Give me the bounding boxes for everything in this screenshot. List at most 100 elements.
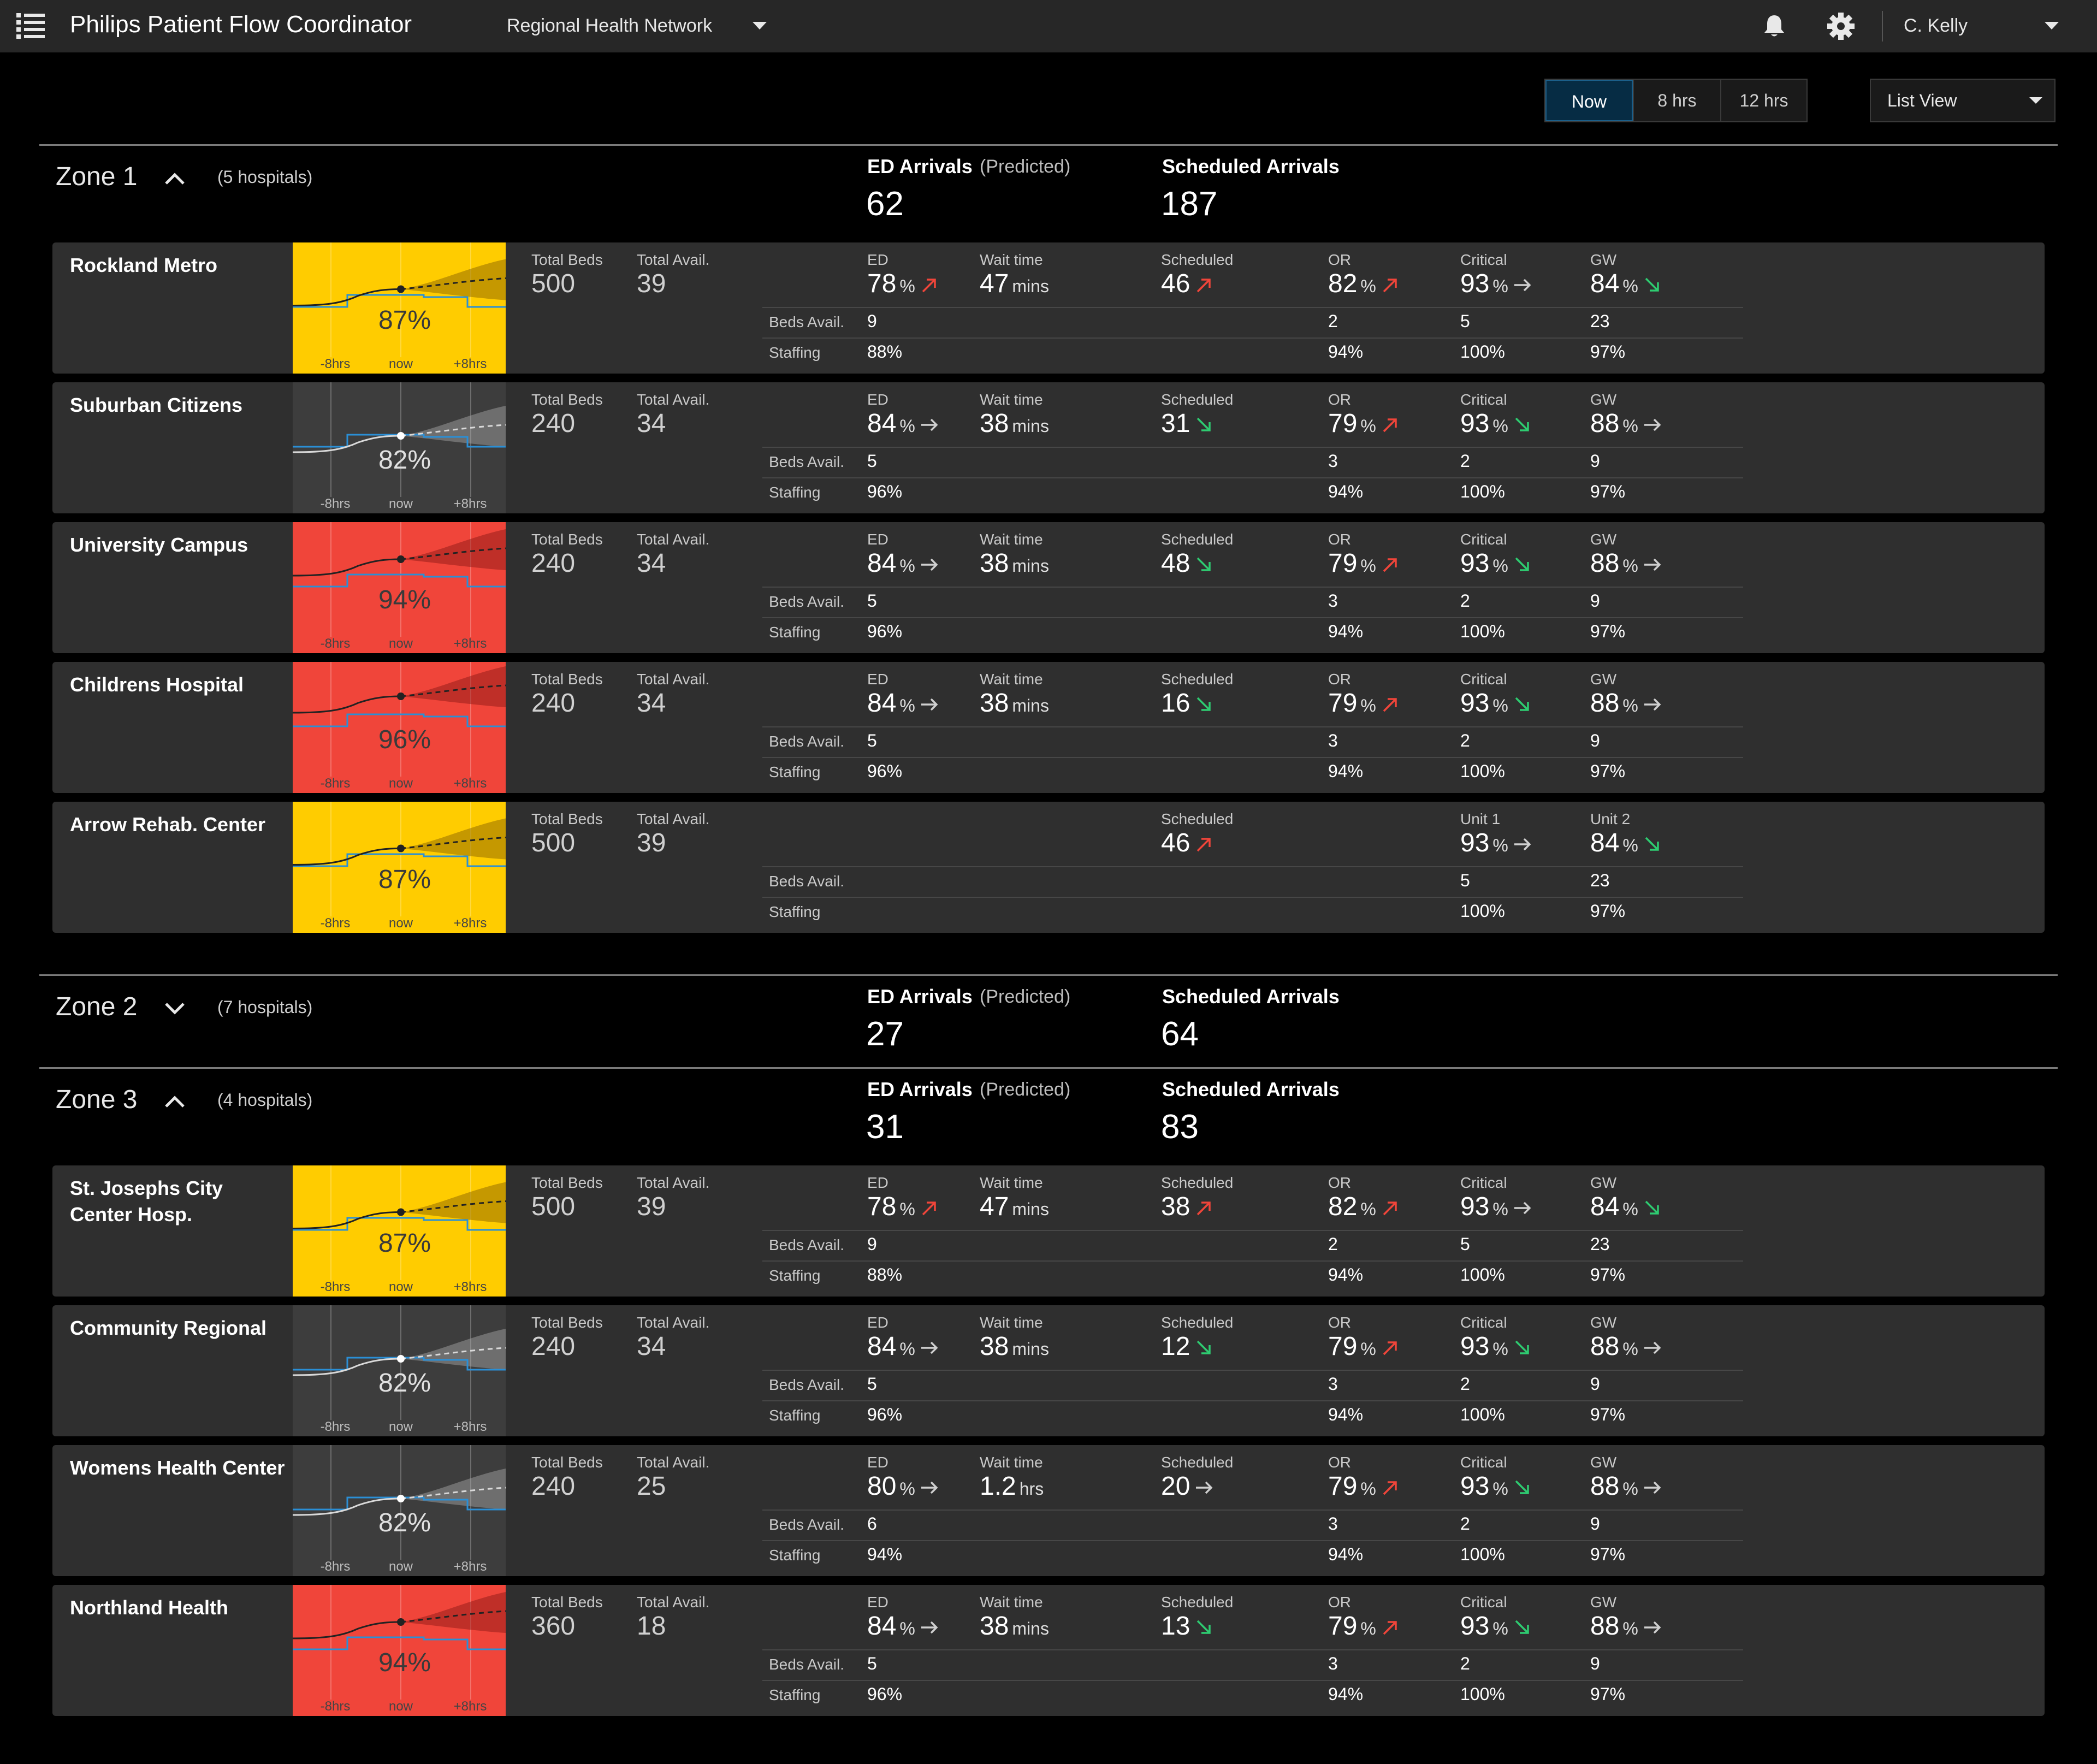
time-option-now[interactable]: Now bbox=[1545, 80, 1633, 121]
metric-value: 93% bbox=[1460, 409, 1532, 439]
metric-value: 38 mins bbox=[980, 409, 1049, 439]
trend-down-arrow-icon bbox=[1197, 418, 1211, 432]
total-beds-label: Total Beds bbox=[531, 671, 603, 688]
hospital-card[interactable]: Community Regional 82% -8hrs now +8hrs Total … bbox=[52, 1305, 2045, 1436]
hospital-name[interactable]: St. Josephs City Center Hosp. bbox=[70, 1175, 288, 1228]
metric-unit: mins bbox=[1012, 276, 1049, 296]
row-separator bbox=[762, 1540, 1743, 1541]
metric-value: 88% bbox=[1590, 1331, 1662, 1362]
metric-label: OR bbox=[1328, 251, 1351, 268]
unit-beds-avail: 23 bbox=[1590, 1234, 1610, 1254]
metric-value: 31 bbox=[1161, 409, 1214, 439]
metric-number: 93 bbox=[1460, 1472, 1490, 1501]
unit-beds-avail: 9 bbox=[1590, 1654, 1600, 1673]
metric-label: Scheduled bbox=[1161, 391, 1234, 408]
metric-value: 79% bbox=[1328, 688, 1400, 718]
notification-bell-icon[interactable] bbox=[1761, 13, 1787, 39]
trend-up-arrow-icon bbox=[1383, 1201, 1397, 1216]
hospital-card[interactable]: Womens Health Center 82% -8hrs now +8hrs Tota… bbox=[52, 1445, 2045, 1576]
percent-sign: % bbox=[1492, 276, 1508, 296]
total-beds-value: 240 bbox=[531, 549, 576, 578]
time-option-8hrs[interactable]: 8 hrs bbox=[1633, 80, 1720, 121]
metric-number: 1.2 bbox=[980, 1472, 1016, 1501]
ed-staffing: 96% bbox=[867, 761, 903, 781]
unit-staffing: 97% bbox=[1590, 1405, 1626, 1424]
unit-staffing: 100% bbox=[1460, 1684, 1505, 1704]
hospital-card[interactable]: Arrow Rehab. Center 87% -8hrs now +8hrs Total… bbox=[52, 802, 2045, 933]
hospital-name[interactable]: Childrens Hospital bbox=[70, 672, 288, 698]
row-separator bbox=[762, 1260, 1743, 1262]
top-bar: Philips Patient Flow Coordinator Regiona… bbox=[0, 0, 2097, 52]
trend-up-arrow-icon bbox=[1383, 558, 1397, 572]
unit-staffing: 97% bbox=[1590, 482, 1626, 501]
hospital-name[interactable]: Northland Health bbox=[70, 1595, 288, 1621]
trend-down-arrow-icon bbox=[1515, 418, 1529, 432]
sparkline-axis-label: +8hrs bbox=[454, 1559, 487, 1574]
row-separator bbox=[762, 897, 1743, 898]
trend-flat-arrow-icon bbox=[921, 1621, 938, 1634]
hospital-name[interactable]: Rockland Metro bbox=[70, 252, 288, 279]
metric-number: 84 bbox=[1590, 269, 1620, 298]
metric-label: GW bbox=[1590, 251, 1617, 268]
total-avail-label: Total Avail. bbox=[637, 251, 710, 268]
metric-number: 47 bbox=[980, 269, 1009, 298]
hospital-name[interactable]: Community Regional bbox=[70, 1315, 288, 1341]
hospital-name[interactable]: Womens Health Center bbox=[70, 1455, 288, 1481]
zone-title[interactable]: Zone 2 bbox=[56, 992, 137, 1022]
unit-beds-avail: 9 bbox=[1590, 1514, 1600, 1534]
hospital-card[interactable]: Northland Health 94% -8hrs now +8hrs Total Be… bbox=[52, 1585, 2045, 1716]
metric-value: 78% bbox=[867, 269, 939, 299]
metric-label: Unit 1 bbox=[1460, 810, 1501, 827]
ed-staffing: 88% bbox=[867, 1265, 903, 1284]
chevron-down-icon[interactable] bbox=[164, 1002, 186, 1016]
total-avail-label: Total Avail. bbox=[637, 391, 710, 408]
zone-divider bbox=[39, 974, 2058, 976]
metric-label: ED bbox=[867, 1594, 888, 1611]
hospital-card[interactable]: Rockland Metro 87% -8hrs now +8hrs Total Beds… bbox=[52, 242, 2045, 374]
hospital-card[interactable]: Childrens Hospital 96% -8hrs now +8hrs Total … bbox=[52, 662, 2045, 793]
scheduled-arrivals-value: 187 bbox=[1161, 185, 1218, 223]
time-option-12hrs[interactable]: 12 hrs bbox=[1720, 80, 1806, 121]
metric-number: 93 bbox=[1460, 828, 1490, 857]
ed-beds-avail: 5 bbox=[867, 731, 877, 750]
zone-title[interactable]: Zone 3 bbox=[56, 1085, 137, 1115]
metric-value: 79% bbox=[1328, 1471, 1400, 1501]
chevron-down-icon[interactable] bbox=[2045, 22, 2059, 31]
trend-up-arrow-icon bbox=[1383, 1341, 1397, 1355]
ed-staffing: 94% bbox=[867, 1544, 903, 1564]
metric-number: 82 bbox=[1328, 269, 1358, 298]
sparkline-axis-label: now bbox=[389, 1280, 413, 1294]
hospital-name[interactable]: Suburban Citizens bbox=[70, 392, 288, 418]
unit-staffing: 94% bbox=[1328, 342, 1364, 362]
occupancy-percent: 82% bbox=[378, 1508, 431, 1537]
chevron-up-icon[interactable] bbox=[164, 1094, 186, 1109]
hospital-card[interactable]: University Campus 94% -8hrs now +8hrs Total B… bbox=[52, 522, 2045, 653]
beds-avail-label: Beds Avail. bbox=[769, 593, 845, 610]
unit-staffing: 97% bbox=[1590, 901, 1626, 921]
row-separator bbox=[762, 1370, 1743, 1371]
chevron-up-icon[interactable] bbox=[164, 171, 186, 186]
unit-staffing: 100% bbox=[1460, 1265, 1505, 1284]
divider bbox=[1882, 11, 1883, 42]
occupancy-percent: 94% bbox=[378, 585, 431, 614]
view-select[interactable]: List View bbox=[1870, 79, 2055, 122]
metric-label: OR bbox=[1328, 1174, 1351, 1191]
unit-beds-avail: 5 bbox=[1460, 871, 1470, 890]
metric-label: Critical bbox=[1460, 671, 1507, 688]
hospital-name[interactable]: University Campus bbox=[70, 532, 288, 558]
hospital-card[interactable]: St. Josephs City Center Hosp. 87% -8hrs now… bbox=[52, 1165, 2045, 1297]
metric-number: 84 bbox=[1590, 828, 1620, 857]
ed-staffing: 88% bbox=[867, 342, 903, 362]
chevron-down-icon[interactable] bbox=[753, 22, 767, 31]
hospital-card[interactable]: Suburban Citizens 82% -8hrs now +8hrs Total B… bbox=[52, 382, 2045, 513]
menu-list-icon[interactable] bbox=[16, 12, 45, 39]
metric-number: 79 bbox=[1328, 1612, 1358, 1641]
metric-label: Scheduled bbox=[1161, 810, 1234, 827]
settings-gear-icon[interactable] bbox=[1827, 12, 1855, 40]
hospital-name[interactable]: Arrow Rehab. Center bbox=[70, 812, 288, 838]
network-selector[interactable]: Regional Health Network bbox=[507, 15, 712, 37]
user-menu[interactable]: C. Kelly bbox=[1904, 15, 1968, 37]
zone-title[interactable]: Zone 1 bbox=[56, 162, 137, 192]
trend-flat-arrow-icon bbox=[1514, 279, 1531, 292]
occupancy-percent: 82% bbox=[378, 446, 431, 475]
